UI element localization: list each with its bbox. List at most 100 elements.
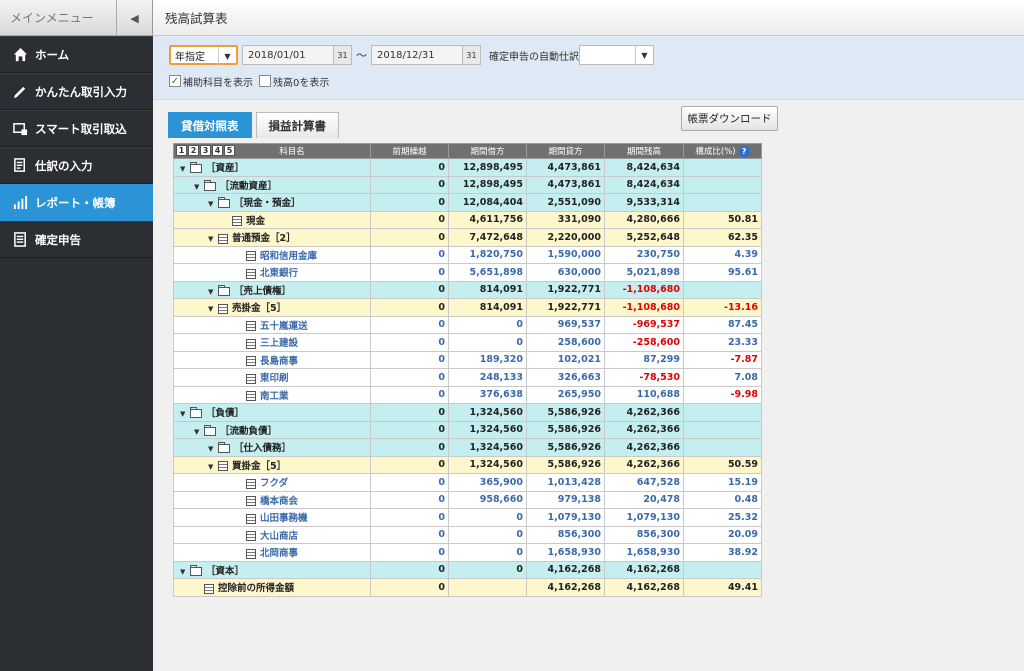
table-row[interactable]: 長島商事 0 189,320 102,021 87,299 -7.87 — [173, 350, 762, 369]
account-name-cell[interactable]: 長島商事 — [173, 350, 371, 369]
tab-balance-sheet[interactable]: 貸借対照表 — [168, 112, 252, 138]
account-name-cell[interactable]: ▼ ［流動資産］ — [173, 175, 371, 194]
table-row[interactable]: 三上建設 0 0 258,600 -258,600 23.33 — [173, 333, 762, 352]
expand-triangle-icon[interactable]: ▼ — [208, 235, 218, 243]
account-name[interactable]: 三上建設 — [260, 338, 298, 349]
table-row[interactable]: ▼ ［資産］ 0 12,898,495 4,473,861 8,424,634 — [173, 158, 762, 177]
account-name[interactable]: ［仕入債務］ — [234, 443, 291, 454]
account-name-cell[interactable]: 現金 — [173, 210, 371, 229]
account-name[interactable]: ［負債］ — [206, 408, 244, 419]
account-name-cell[interactable]: ▼ 売掛金［5］ — [173, 298, 371, 317]
table-row[interactable]: 山田事務機 0 0 1,079,130 1,079,130 25.32 — [173, 508, 762, 527]
account-name[interactable]: ［流動資産］ — [220, 181, 277, 192]
account-name-cell[interactable]: ▼ ［資本］ — [173, 560, 371, 579]
table-row[interactable]: 橋本商会 0 958,660 979,138 20,478 0.48 — [173, 490, 762, 509]
account-name[interactable]: ［資産］ — [206, 163, 244, 174]
show-zero-balance-checkbox[interactable]: 残高0を表示 — [259, 74, 329, 89]
account-name-cell[interactable]: ▼ ［売上債権］ — [173, 280, 371, 299]
account-name-cell[interactable]: 南工業 — [173, 385, 371, 404]
calendar-icon[interactable]: 31 — [463, 45, 481, 65]
account-name[interactable]: ［資本］ — [206, 566, 244, 577]
start-date-input[interactable]: 2018/01/01 — [242, 45, 334, 65]
account-name-cell[interactable]: 昭和信用金庫 — [173, 245, 371, 264]
account-name[interactable]: ［現金・預金］ — [234, 198, 301, 209]
account-name[interactable]: 北岡商事 — [260, 548, 298, 559]
account-name[interactable]: 山田事務機 — [260, 513, 308, 524]
level-button[interactable]: 1 — [176, 145, 187, 156]
table-row[interactable]: ▼ ［負債］ 0 1,324,560 5,586,926 4,262,366 — [173, 403, 762, 422]
account-name-cell[interactable]: ▼ ［仕入債務］ — [173, 438, 371, 457]
download-report-button[interactable]: 帳票ダウンロード — [681, 106, 778, 131]
expand-triangle-icon[interactable]: ▼ — [208, 305, 218, 313]
account-name-cell[interactable]: 北東銀行 — [173, 263, 371, 282]
sidebar-item-2[interactable]: スマート取引取込 — [0, 110, 153, 147]
account-name[interactable]: ［流動負債］ — [220, 426, 277, 437]
account-name-cell[interactable]: フクダ — [173, 473, 371, 492]
table-row[interactable]: ▼ ［資本］ 0 0 4,162,268 4,162,268 — [173, 560, 762, 579]
account-name-cell[interactable]: 山田事務機 — [173, 508, 371, 527]
account-name[interactable]: 大山商店 — [260, 531, 298, 542]
account-name[interactable]: 売掛金［5］ — [232, 303, 286, 314]
account-name-cell[interactable]: 三上建設 — [173, 333, 371, 352]
account-name[interactable]: 長島商事 — [260, 356, 298, 367]
account-name-cell[interactable]: ▼ ［現金・預金］ — [173, 193, 371, 212]
table-row[interactable]: ▼ 普通預金［2］ 0 7,472,648 2,220,000 5,252,648 62.3… — [173, 228, 762, 247]
sidebar-item-3[interactable]: 仕訳の入力 — [0, 147, 153, 184]
sidebar-item-4[interactable]: レポート・帳簿 — [0, 184, 153, 221]
table-row[interactable]: フクダ 0 365,900 1,013,428 647,528 15.19 — [173, 473, 762, 492]
expand-triangle-icon[interactable]: ▼ — [180, 165, 190, 173]
account-name[interactable]: 東印刷 — [260, 373, 289, 384]
account-name[interactable]: 南工業 — [260, 391, 289, 402]
account-name[interactable]: 現金 — [246, 216, 265, 227]
table-row[interactable]: ▼ ［流動負債］ 0 1,324,560 5,586,926 4,262,366 — [173, 420, 762, 439]
expand-triangle-icon[interactable]: ▼ — [180, 410, 190, 418]
account-name-cell[interactable]: 東印刷 — [173, 368, 371, 387]
table-row[interactable]: 東印刷 0 248,133 326,663 -78,530 7.08 — [173, 368, 762, 387]
account-name[interactable]: 橋本商会 — [260, 496, 298, 507]
table-row[interactable]: 大山商店 0 0 856,300 856,300 20.09 — [173, 525, 762, 544]
table-row[interactable]: 控除前の所得金額 0 4,162,268 4,162,268 49.41 — [173, 578, 762, 597]
expand-triangle-icon[interactable]: ▼ — [208, 288, 218, 296]
help-icon[interactable]: ? — [738, 146, 750, 157]
level-button[interactable]: 4 — [212, 145, 223, 156]
account-name-cell[interactable]: ▼ ［流動負債］ — [173, 420, 371, 439]
expand-triangle-icon[interactable]: ▼ — [208, 200, 218, 208]
tab-income-statement[interactable]: 損益計算書 — [255, 112, 339, 138]
table-row[interactable]: ▼ ［仕入債務］ 0 1,324,560 5,586,926 4,262,366 — [173, 438, 762, 457]
table-row[interactable]: ▼ ［現金・預金］ 0 12,084,404 2,551,090 9,533,314 — [173, 193, 762, 212]
account-name[interactable]: 控除前の所得金額 — [218, 583, 294, 594]
account-name-cell[interactable]: 橋本商会 — [173, 490, 371, 509]
account-name-cell[interactable]: 控除前の所得金額 — [173, 578, 371, 597]
table-row[interactable]: 五十嵐運送 0 0 969,537 -969,537 87.45 — [173, 315, 762, 334]
account-name[interactable]: 五十嵐運送 — [260, 321, 308, 332]
collapse-menu-button[interactable]: ◀ — [116, 0, 152, 36]
account-name[interactable]: ［売上債権］ — [234, 286, 291, 297]
account-name[interactable]: 普通預金［2］ — [232, 233, 296, 244]
calendar-icon[interactable]: 31 — [334, 45, 352, 65]
table-row[interactable]: ▼ ［流動資産］ 0 12,898,495 4,473,861 8,424,634 — [173, 175, 762, 194]
expand-triangle-icon[interactable]: ▼ — [194, 183, 204, 191]
table-row[interactable]: 北東銀行 0 5,651,898 630,000 5,021,898 95.61 — [173, 263, 762, 282]
sidebar-item-5[interactable]: 確定申告 — [0, 221, 153, 258]
account-name[interactable]: フクダ — [260, 478, 288, 489]
show-sub-accounts-checkbox[interactable]: ✓ 補助科目を表示 — [169, 74, 253, 89]
table-row[interactable]: ▼ 買掛金［5］ 0 1,324,560 5,586,926 4,262,366 50.59 — [173, 455, 762, 474]
account-name-cell[interactable]: 北岡商事 — [173, 543, 371, 562]
account-name[interactable]: 昭和信用金庫 — [260, 251, 317, 262]
account-name-cell[interactable]: ▼ 買掛金［5］ — [173, 455, 371, 474]
table-row[interactable]: 北岡商事 0 0 1,658,930 1,658,930 38.92 — [173, 543, 762, 562]
sidebar-item-1[interactable]: かんたん取引入力 — [0, 73, 153, 110]
expand-triangle-icon[interactable]: ▼ — [208, 445, 218, 453]
end-date-input[interactable]: 2018/12/31 — [371, 45, 463, 65]
period-type-select[interactable]: 年指定 ▼ — [169, 45, 238, 65]
sidebar-item-0[interactable]: ホーム — [0, 36, 153, 73]
table-row[interactable]: ▼ 売掛金［5］ 0 814,091 1,922,771 -1,108,680 -13.16 — [173, 298, 762, 317]
account-name-cell[interactable]: 五十嵐運送 — [173, 315, 371, 334]
account-name[interactable]: 北東銀行 — [260, 268, 298, 279]
expand-triangle-icon[interactable]: ▼ — [194, 428, 204, 436]
table-row[interactable]: ▼ ［売上債権］ 0 814,091 1,922,771 -1,108,680 — [173, 280, 762, 299]
level-button[interactable]: 3 — [200, 145, 211, 156]
auto-journal-select[interactable]: ▼ — [579, 45, 654, 65]
level-button[interactable]: 5 — [224, 145, 235, 156]
table-row[interactable]: 南工業 0 376,638 265,950 110,688 -9.98 — [173, 385, 762, 404]
